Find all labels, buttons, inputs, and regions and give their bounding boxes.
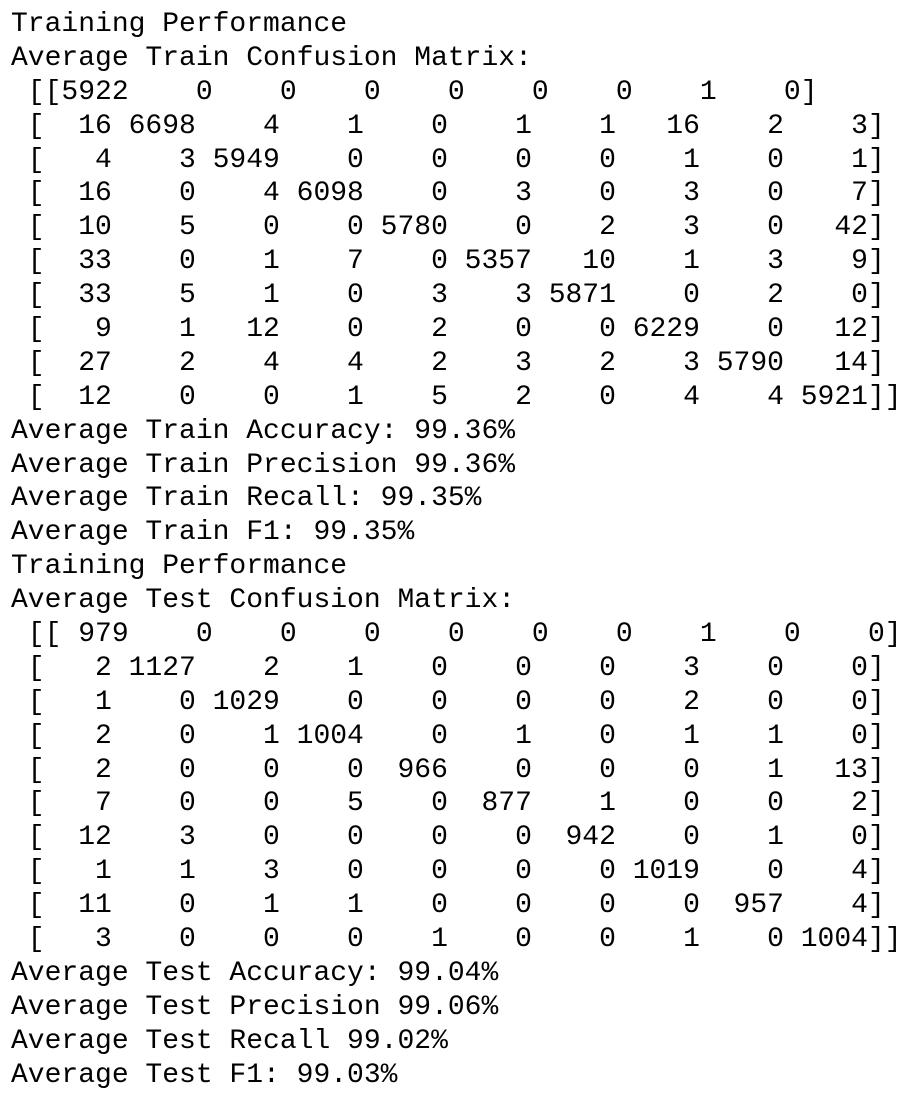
train-precision: Average Train Precision 99.36% [11,449,516,481]
test-matrix-row: [ 7 0 0 5 0 877 1 0 0 2] [11,788,885,820]
test-matrix-row: [ 1 1 3 0 0 0 0 1019 0 4] [11,856,885,888]
train-matrix-row: [ 4 3 5949 0 0 0 0 1 0 1] [11,144,885,176]
train-matrix-row: [[5922 0 0 0 0 0 0 1 0] [11,76,818,108]
train-matrix-row: [ 12 0 0 1 5 2 0 4 4 5921]] [11,381,902,413]
train-heading: Training Performance [11,9,348,40]
test-matrix-row: [ 1 0 1029 0 0 0 0 2 0 0] [11,686,885,718]
test-accuracy: Average Test Accuracy: 99.04% [11,957,499,989]
train-f1: Average Train F1: 99.35% [11,517,415,549]
test-precision: Average Test Precision 99.06% [11,991,499,1023]
test-matrix-row: [ 2 0 0 0 966 0 0 0 1 13] [11,754,885,786]
test-matrix-row: [[ 979 0 0 0 0 0 0 1 0 0] [11,619,902,651]
train-matrix-row: [ 16 6698 4 1 0 1 1 16 2 3] [11,110,885,142]
console-output: Training Performance Average Train Confus… [0,0,918,1096]
train-matrix-title: Average Train Confusion Matrix: [11,42,532,74]
train-matrix-row: [ 33 5 1 0 3 3 5871 0 2 0] [11,280,885,312]
test-matrix-row: [ 2 1127 2 1 0 0 0 3 0 0] [11,652,885,684]
test-matrix-row: [ 2 0 1 1004 0 1 0 1 1 0] [11,720,885,752]
test-matrix-row: [ 12 3 0 0 0 0 942 0 1 0] [11,822,885,854]
train-matrix-row: [ 27 2 4 4 2 3 2 3 5790 14] [11,347,885,379]
train-matrix-row: [ 10 5 0 0 5780 0 2 3 0 42] [11,212,885,244]
train-matrix-row: [ 16 0 4 6098 0 3 0 3 0 7] [11,178,885,210]
test-recall: Average Test Recall 99.02% [11,1025,448,1057]
test-f1: Average Test F1: 99.03% [11,1059,398,1091]
test-matrix-row: [ 3 0 0 0 1 0 0 1 0 1004]] [11,924,902,956]
test-matrix-title: Average Test Confusion Matrix: [11,585,516,617]
train-matrix-row: [ 33 0 1 7 0 5357 10 1 3 9] [11,246,885,278]
train-recall: Average Train Recall: 99.35% [11,483,482,515]
train-accuracy: Average Train Accuracy: 99.36% [11,415,516,447]
test-matrix-row: [ 11 0 1 1 0 0 0 0 957 4] [11,890,885,922]
train-matrix-row: [ 9 1 12 0 2 0 0 6229 0 12] [11,314,885,346]
test-heading: Training Performance [11,551,348,583]
